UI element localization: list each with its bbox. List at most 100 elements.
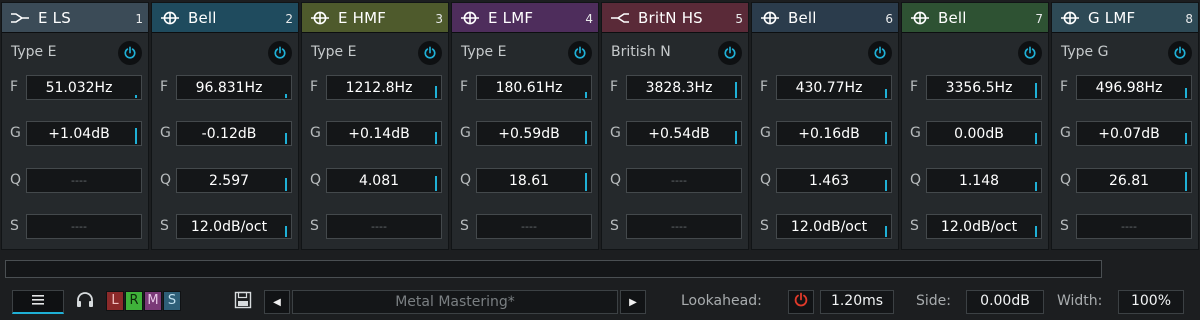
param-field[interactable]: 4.081 [326, 168, 442, 193]
side-value[interactable]: 0.00dB [966, 290, 1044, 314]
param-label: F [310, 79, 319, 95]
param-field[interactable]: 12.0dB/oct [176, 214, 292, 239]
band-power-button[interactable] [1168, 41, 1192, 65]
param-field[interactable]: 26.81 [1076, 168, 1192, 193]
param-field[interactable]: 18.61 [476, 168, 592, 193]
band-number: 7 [1035, 12, 1043, 26]
param-label: Q [610, 172, 622, 188]
param-field[interactable]: 51.032Hz [26, 75, 142, 100]
band-power-button[interactable] [718, 41, 742, 65]
save-preset-button[interactable] [232, 291, 254, 313]
param-level-indicator [435, 132, 437, 144]
headphones-button[interactable] [74, 292, 96, 312]
param-field[interactable]: 496.98Hz [1076, 75, 1192, 100]
param-value: ---- [521, 220, 537, 233]
menu-button[interactable] [12, 290, 64, 314]
band-power-button[interactable] [1018, 41, 1042, 65]
band-power-button[interactable] [568, 41, 592, 65]
param-value: 12.0dB/oct [790, 219, 868, 235]
band-header[interactable]: Bell 6 [752, 3, 898, 33]
param-field[interactable]: 12.0dB/oct [776, 214, 892, 239]
param-field[interactable]: +0.59dB [476, 121, 592, 146]
band-header[interactable]: Bell 7 [902, 3, 1048, 33]
band-name: E HMF [338, 8, 387, 27]
param-row-f: F 430.77Hz [752, 75, 898, 101]
param-field[interactable]: +0.54dB [626, 121, 742, 146]
band-header[interactable]: E LMF 4 [452, 3, 598, 33]
band-type-label[interactable]: Type E [11, 44, 56, 60]
channel-button-l[interactable]: L [106, 291, 124, 311]
param-field[interactable]: 12.0dB/oct [926, 214, 1042, 239]
param-field[interactable]: ---- [26, 214, 142, 239]
triangle-left-icon: ◀ [273, 296, 281, 308]
param-field[interactable]: 96.831Hz [176, 75, 292, 100]
lookahead-value[interactable]: 1.20ms [820, 290, 894, 314]
param-field[interactable]: +0.14dB [326, 121, 442, 146]
param-field[interactable]: +0.16dB [776, 121, 892, 146]
band-power-button[interactable] [418, 41, 442, 65]
param-row-q: Q 26.81 [1052, 168, 1198, 194]
band-name: G LMF [1088, 8, 1136, 27]
width-value[interactable]: 100% [1118, 290, 1184, 314]
param-row-s: S 12.0dB/oct [902, 214, 1048, 240]
param-label: Q [760, 172, 772, 188]
param-field[interactable]: +0.07dB [1076, 121, 1192, 146]
param-row-f: F 3828.3Hz [602, 75, 748, 101]
param-label: G [160, 125, 171, 141]
channel-button-m[interactable]: M [144, 291, 162, 311]
param-level-indicator [435, 176, 437, 191]
band-header[interactable]: BritN HS 5 [602, 3, 748, 33]
band-number: 2 [285, 12, 293, 26]
param-row-g: G +0.59dB [452, 121, 598, 147]
band-header[interactable]: E HMF 3 [302, 3, 448, 33]
band-type-label[interactable]: British N [611, 44, 671, 60]
band-power-button[interactable] [268, 41, 292, 65]
param-value: 4.081 [358, 173, 400, 189]
band-header[interactable]: Bell 2 [152, 3, 298, 33]
param-label: F [460, 79, 469, 95]
param-row-f: F 1212.8Hz [302, 75, 448, 101]
high-shelf-icon [610, 11, 630, 25]
band-header[interactable]: G LMF 8 [1052, 3, 1198, 33]
next-preset-button[interactable]: ▶ [620, 290, 646, 314]
channel-button-s[interactable]: S [163, 291, 181, 311]
param-field[interactable]: 1.463 [776, 168, 892, 193]
param-field[interactable]: 3828.3Hz [626, 75, 742, 100]
param-field[interactable]: 1.148 [926, 168, 1042, 193]
preset-name-field[interactable]: Metal Mastering* [292, 290, 618, 314]
param-field[interactable]: 430.77Hz [776, 75, 892, 100]
param-value: 1212.8Hz [345, 80, 413, 96]
param-label: S [1060, 218, 1069, 234]
previous-preset-button[interactable]: ◀ [264, 290, 290, 314]
param-field[interactable]: 0.00dB [926, 121, 1042, 146]
param-field[interactable]: ---- [1076, 214, 1192, 239]
param-field[interactable]: +1.04dB [26, 121, 142, 146]
analyzer-progress-bar[interactable] [5, 260, 1102, 278]
band-power-button[interactable] [118, 41, 142, 65]
lookahead-power-button[interactable] [788, 290, 814, 314]
band-header[interactable]: E LS 1 [2, 3, 148, 33]
param-field[interactable]: ---- [626, 214, 742, 239]
param-level-indicator [435, 86, 437, 98]
param-field[interactable]: ---- [26, 168, 142, 193]
band-type-label[interactable]: Type E [461, 44, 506, 60]
param-field[interactable]: ---- [476, 214, 592, 239]
band-name: E LMF [488, 8, 534, 27]
band-power-button[interactable] [868, 41, 892, 65]
param-field[interactable]: 2.597 [176, 168, 292, 193]
eq-band-7: Bell 7 F 3356.5Hz G 0.00dB Q 1.148 S 12.0dB/oct [901, 2, 1049, 250]
band-type-label[interactable]: Type G [1061, 44, 1108, 60]
channel-button-r[interactable]: R [125, 291, 143, 311]
param-field[interactable]: ---- [626, 168, 742, 193]
param-field[interactable]: -0.12dB [176, 121, 292, 146]
band-type-label[interactable]: Type E [311, 44, 356, 60]
param-field[interactable]: 1212.8Hz [326, 75, 442, 100]
save-icon [234, 291, 252, 313]
param-field[interactable]: 180.61Hz [476, 75, 592, 100]
eq-bands-panel: E LS 1 Type E F 51.032Hz G +1.04dB Q ---- S ---- Be… [0, 0, 1200, 252]
eq-band-3: E HMF 3 Type E F 1212.8Hz G +0.14dB Q 4.081 S ---- [301, 2, 449, 250]
param-level-indicator [1035, 226, 1037, 237]
param-field[interactable]: ---- [326, 214, 442, 239]
param-field[interactable]: 3356.5Hz [926, 75, 1042, 100]
param-value: ---- [371, 220, 387, 233]
